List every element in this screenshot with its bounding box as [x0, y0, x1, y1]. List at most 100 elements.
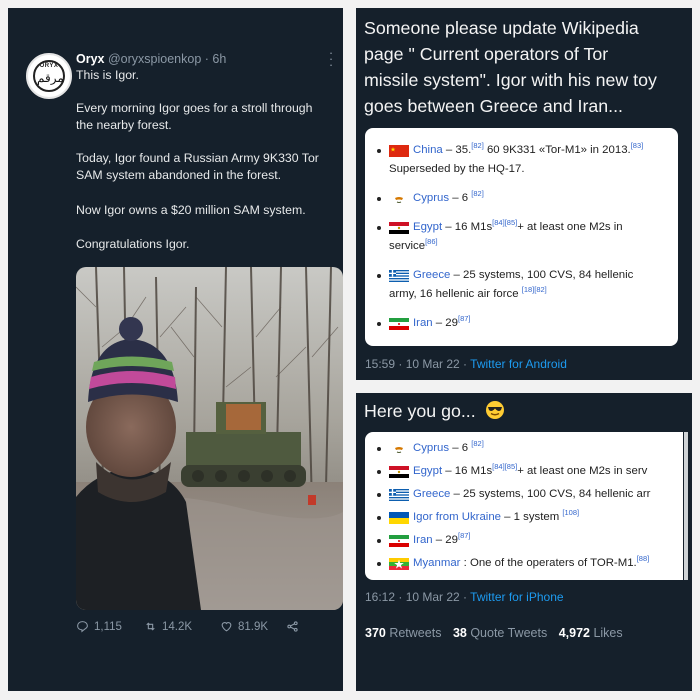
ref[interactable]: [85]	[505, 218, 518, 227]
timestamp-text: 16:12 · 10 Mar 22 ·	[365, 590, 471, 604]
ref[interactable]: [82]	[471, 439, 484, 448]
ref[interactable]: [83]	[631, 141, 644, 150]
egypt-detail: + at least one M2s in	[517, 221, 623, 233]
myanmar-link[interactable]: Myanmar	[413, 557, 460, 569]
bullet	[377, 274, 381, 278]
greece-count: – 25 systems, 100 CVS, 84 hellenic arr	[450, 488, 651, 500]
ref[interactable]: [84]	[492, 462, 505, 471]
like-count: 81.9K	[238, 620, 269, 633]
retweet-icon	[146, 622, 155, 631]
retweet-button[interactable]: 14.2K	[144, 620, 192, 633]
avatar-logo-text: ORYX	[39, 63, 59, 69]
tweet-line: Every morning Igor goes for a stroll thr…	[76, 101, 313, 115]
china-line2: Superseded by the HQ-17.	[389, 163, 525, 175]
greece-link[interactable]: Greece	[413, 269, 450, 281]
tweet-line: Now Igor owns a $20 million SAM system.	[76, 203, 306, 217]
author-handle[interactable]: @oryxspioenkop	[108, 52, 201, 66]
ref[interactable]: [86]	[425, 237, 438, 246]
tweet-author-row: Oryx @oryxspioenkop · 6h	[76, 52, 226, 66]
greece-flag-icon	[389, 489, 409, 501]
bullet	[377, 322, 381, 326]
cyprus-link[interactable]: Cyprus	[413, 192, 449, 204]
ref[interactable]: [82]	[534, 285, 547, 294]
iran-count: – 29	[432, 534, 458, 546]
cyprus-flag-icon	[389, 193, 409, 205]
quotes-label: Quote Tweets	[466, 626, 548, 640]
ukraine-count: – 1 system	[501, 511, 563, 523]
ref[interactable]: [87]	[458, 531, 471, 540]
greece-line2-text: army, 16 hellenic air force	[389, 288, 522, 300]
ref[interactable]: [108]	[562, 508, 579, 517]
cyprus-count: – 6	[449, 192, 472, 204]
client-link[interactable]: Twitter for iPhone	[470, 590, 563, 604]
bullet	[377, 470, 381, 474]
timestamp-text: 15:59 · 10 Mar 22 ·	[365, 357, 471, 371]
likes-stat[interactable]: 4,972 Likes	[559, 626, 623, 640]
like-button[interactable]: 81.9K	[220, 620, 268, 633]
tweet-text-line: missile system". Igor with his new toy	[364, 70, 657, 90]
reply-icon	[77, 621, 88, 633]
iran-link[interactable]: Iran	[413, 317, 433, 329]
ref[interactable]: [88]	[637, 554, 650, 563]
scrollbar[interactable]	[684, 432, 688, 580]
tweet-line: Congratulations Igor.	[76, 237, 190, 251]
quotes-stat[interactable]: 38 Quote Tweets	[453, 626, 547, 640]
ukraine-link[interactable]: Igor from Ukraine	[413, 511, 501, 523]
avatar[interactable]: ORYX ﻣﺮﻗﻢ	[26, 53, 72, 99]
ref[interactable]: [85]	[505, 462, 518, 471]
tweet-stats: 370 Retweets 38 Quote Tweets 4,972 Likes	[365, 626, 623, 640]
egypt-count: – 16 M1s	[442, 221, 493, 233]
bullet	[377, 447, 381, 451]
iran-flag-icon	[389, 318, 409, 330]
retweets-stat[interactable]: 370 Retweets	[365, 626, 441, 640]
bullet	[377, 226, 381, 230]
retweets-count: 370	[365, 626, 386, 640]
egypt-link[interactable]: Egypt	[413, 221, 442, 233]
tweet-timestamp: 16:12 · 10 Mar 22 · Twitter for iPhone	[365, 590, 564, 604]
wiki-screenshot-operators: China – 35.[82] 60 9K331 «Tor-M1» in 201…	[365, 128, 678, 346]
author-name[interactable]: Oryx	[76, 52, 105, 66]
ref[interactable]: [82]	[471, 189, 484, 198]
bullet	[377, 493, 381, 497]
more-options-icon[interactable]: · · ·	[326, 46, 336, 71]
ukraine-flag-icon	[389, 512, 409, 524]
tweet-time[interactable]: · 6h	[205, 52, 227, 66]
egypt-detail: + at least one M2s in serv	[517, 465, 648, 477]
tweet-text-line: Someone please update Wikipedia	[364, 18, 639, 38]
greece-link[interactable]: Greece	[413, 488, 450, 500]
tweet-oryx: ORYX ﻣﺮﻗﻢ Oryx @oryxspioenkop · 6h · · · T…	[8, 8, 343, 691]
egypt-count: – 16 M1s	[442, 465, 493, 477]
reply-button[interactable]: 1,115	[76, 620, 122, 633]
bullet	[377, 539, 381, 543]
bullet	[377, 197, 381, 201]
egypt-line2-text: service	[389, 240, 426, 252]
iran-link[interactable]: Iran	[413, 534, 433, 546]
bullet	[377, 149, 381, 153]
myanmar-flag-icon	[389, 558, 409, 570]
share-button[interactable]	[286, 620, 299, 633]
quotes-count: 38	[452, 626, 467, 640]
retweet-count: 14.2K	[162, 620, 193, 633]
tweet-text-line: goes between Greece and Iran...	[364, 96, 623, 116]
ref[interactable]: [82]	[471, 141, 484, 150]
ref[interactable]: [87]	[458, 314, 471, 323]
tweet-photo[interactable]	[76, 267, 343, 610]
greece-flag-icon	[389, 270, 409, 282]
sunglasses-emoji-icon	[485, 401, 504, 419]
cyprus-count: – 6	[449, 442, 472, 454]
tweet-text-content: Here you go...	[364, 401, 476, 421]
china-link[interactable]: China	[413, 144, 443, 156]
egypt-flag-icon	[389, 222, 409, 234]
client-link[interactable]: Twitter for Android	[470, 357, 567, 371]
cyprus-flag-icon	[389, 443, 409, 455]
ref[interactable]: [18]	[522, 285, 535, 294]
ref[interactable]: [84]	[492, 218, 505, 227]
photo-forest-sam	[76, 267, 343, 610]
myanmar-detail: : One of the operaters of TOR-M1.	[460, 557, 637, 569]
iran-count: – 29	[432, 317, 458, 329]
tweet-line: SAM system abandoned in the forest.	[76, 168, 282, 182]
cyprus-link[interactable]: Cyprus	[413, 442, 449, 454]
tweet-timestamp: 15:59 · 10 Mar 22 · Twitter for Android	[365, 357, 567, 371]
egypt-link[interactable]: Egypt	[413, 465, 442, 477]
tweet-text: Here you go...	[364, 399, 684, 423]
